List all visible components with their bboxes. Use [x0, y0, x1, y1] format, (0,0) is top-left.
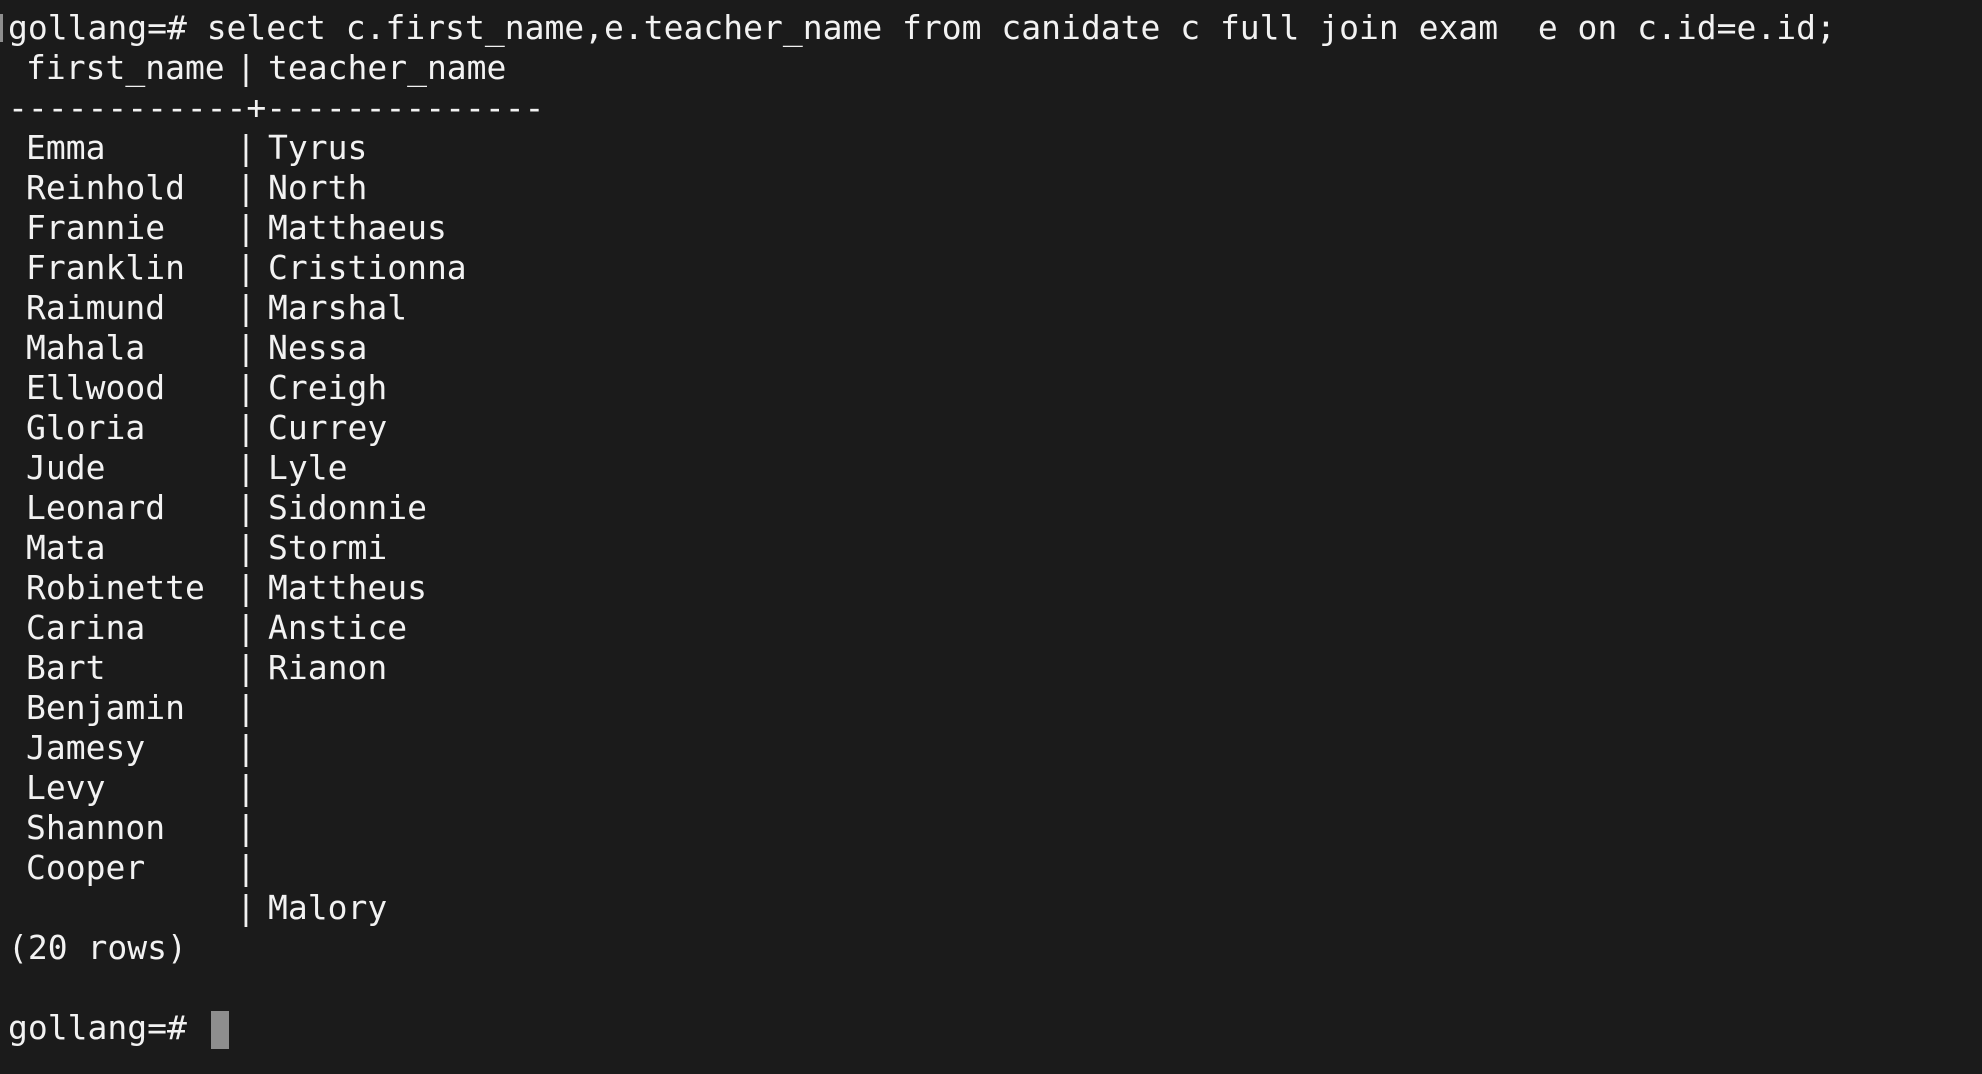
table-row: Carina | Anstice — [8, 608, 1982, 648]
table-row: Franklin | Cristionna — [8, 248, 1982, 288]
table-row: Jamesy | — [8, 728, 1982, 768]
column-separator: | — [236, 648, 256, 687]
column-separator: | — [236, 568, 256, 607]
table-row: | Malory — [8, 888, 1982, 928]
cell-teacher-name: North — [268, 168, 368, 207]
final-prompt: gollang=# — [8, 1008, 187, 1047]
cell-first-name: Benjamin — [26, 688, 185, 727]
column-separator: | — [236, 608, 256, 647]
table-row: Ellwood | Creigh — [8, 368, 1982, 408]
terminal-window[interactable]: gollang=# select c.first_name,e.teacher_… — [0, 0, 1982, 1074]
cell-teacher-name: Marshal — [268, 288, 408, 327]
cell-teacher-name: Cristionna — [268, 248, 467, 287]
table-row: Shannon | — [8, 808, 1982, 848]
cell-first-name: Robinette — [26, 568, 205, 607]
column-separator: | — [236, 128, 256, 167]
table-row: Gloria | Currey — [8, 408, 1982, 448]
cell-teacher-name: Lyle — [268, 448, 348, 487]
table-row: Levy | — [8, 768, 1982, 808]
table-row: Leonard | Sidonnie — [8, 488, 1982, 528]
command-line: gollang=# select c.first_name,e.teacher_… — [8, 8, 1982, 48]
cell-first-name: Mata — [26, 528, 106, 567]
column-separator: | — [236, 688, 256, 727]
cell-first-name: Cooper — [26, 848, 146, 887]
row-count: (20 rows) — [8, 928, 187, 967]
header-first-name: first_name — [26, 48, 225, 87]
table-row: Benjamin | — [8, 688, 1982, 728]
cell-first-name: Emma — [26, 128, 106, 167]
column-separator: | — [236, 288, 256, 327]
cell-first-name: Reinhold — [26, 168, 185, 207]
column-separator: | — [236, 248, 256, 287]
table-row: Raimund | Marshal — [8, 288, 1982, 328]
cell-teacher-name: Creigh — [268, 368, 388, 407]
column-separator: | — [236, 848, 256, 887]
column-separator: | — [236, 808, 256, 847]
cell-teacher-name: Anstice — [268, 608, 408, 647]
column-separator: | — [236, 408, 256, 447]
cell-first-name: Gloria — [26, 408, 146, 447]
cell-teacher-name: Nessa — [268, 328, 368, 367]
cell-first-name: Shannon — [26, 808, 166, 847]
column-separator: | — [236, 528, 256, 567]
table-row: Emma | Tyrus — [8, 128, 1982, 168]
cell-first-name: Jamesy — [26, 728, 146, 767]
column-separator: | — [236, 888, 256, 927]
cell-first-name: Carina — [26, 608, 146, 647]
table-row: Mahala | Nessa — [8, 328, 1982, 368]
cell-first-name: Frannie — [26, 208, 166, 247]
cell-teacher-name: Mattheus — [268, 568, 427, 607]
cell-teacher-name: Stormi — [268, 528, 388, 567]
table-row: Bart | Rianon — [8, 648, 1982, 688]
result-divider: ------------+-------------- — [8, 88, 545, 127]
column-separator: | — [236, 368, 256, 407]
table-row: Cooper | — [8, 848, 1982, 888]
cell-teacher-name: Matthaeus — [268, 208, 447, 247]
table-row: Mata | Stormi — [8, 528, 1982, 568]
column-separator: | — [236, 328, 256, 367]
cell-teacher-name: Rianon — [268, 648, 388, 687]
cell-teacher-name: Currey — [268, 408, 388, 447]
sql-command: select c.first_name,e.teacher_name from … — [206, 8, 1836, 47]
column-separator: | — [236, 768, 256, 807]
column-separator: | — [236, 208, 256, 247]
table-row: Frannie | Matthaeus — [8, 208, 1982, 248]
column-separator: | — [236, 728, 256, 767]
column-separator: | — [236, 168, 256, 207]
cell-teacher-name: Sidonnie — [268, 488, 427, 527]
input-line[interactable]: gollang=# — [8, 1008, 1982, 1049]
text-cursor — [210, 1010, 229, 1049]
prompt: gollang=# — [8, 8, 187, 47]
cell-first-name: Raimund — [26, 288, 166, 327]
table-row: Jude | Lyle — [8, 448, 1982, 488]
column-separator: | — [236, 488, 256, 527]
header-separator: | — [236, 48, 256, 87]
cell-first-name: Mahala — [26, 328, 146, 367]
table-row: Reinhold | North — [8, 168, 1982, 208]
cell-teacher-name: Tyrus — [268, 128, 368, 167]
result-rows: Emma | Tyrus Reinhold | North Frannie | Matthaeu… — [8, 128, 1982, 928]
result-header: first_name | teacher_name — [8, 48, 1982, 88]
table-row: Robinette | Mattheus — [8, 568, 1982, 608]
cell-first-name: Franklin — [26, 248, 185, 287]
cell-first-name: Ellwood — [26, 368, 166, 407]
scroll-marker — [0, 14, 3, 42]
cell-first-name: Levy — [26, 768, 106, 807]
cell-first-name: Leonard — [26, 488, 166, 527]
cell-first-name: Bart — [26, 648, 106, 687]
column-separator: | — [236, 448, 256, 487]
cell-teacher-name: Malory — [268, 888, 388, 927]
cell-first-name: Jude — [26, 448, 106, 487]
header-teacher-name: teacher_name — [268, 48, 507, 87]
